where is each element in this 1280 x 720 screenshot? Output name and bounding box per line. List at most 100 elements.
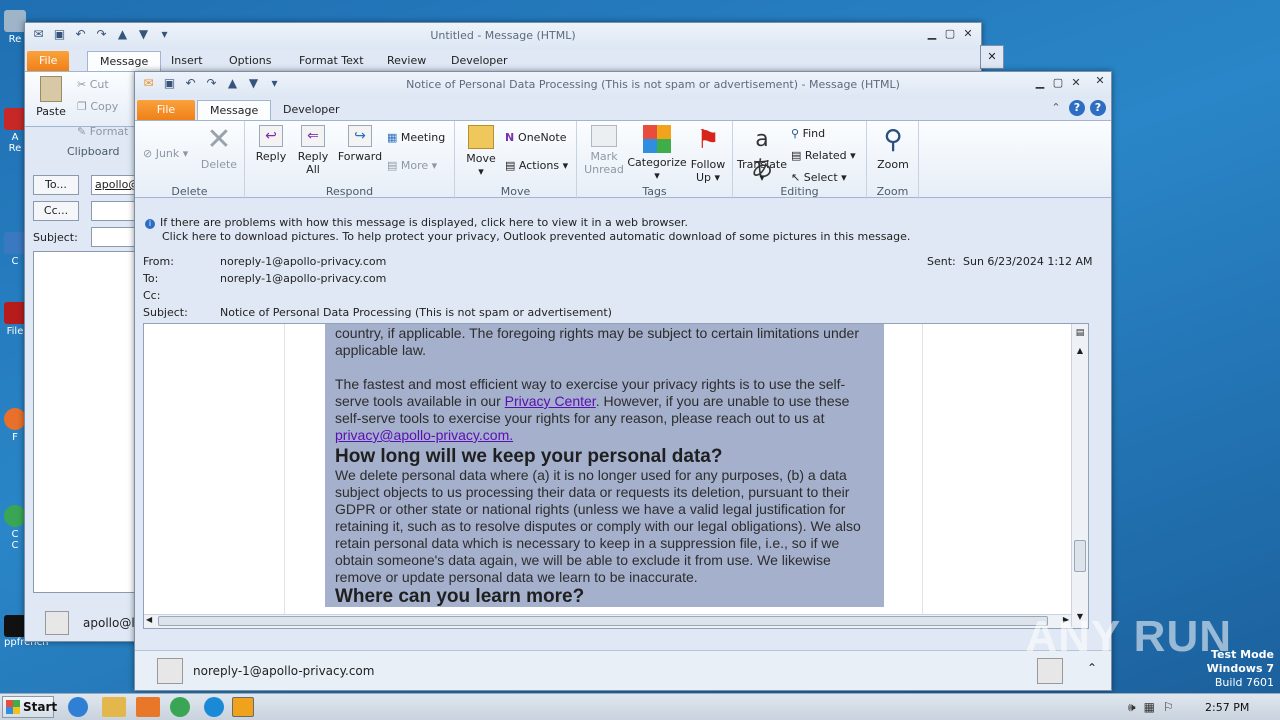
minimize-button[interactable]: ▁: [925, 28, 939, 40]
anyrun-watermark: ANY RUN: [1025, 612, 1232, 661]
tab-options[interactable]: Options: [217, 51, 283, 71]
select-button[interactable]: ↖ Select ▾: [791, 171, 847, 184]
reply-icon: ↩: [259, 125, 283, 147]
cursor-icon: ↖: [791, 171, 804, 184]
delete-icon: ✕: [206, 122, 232, 157]
subject-field[interactable]: [91, 227, 137, 247]
reply-all-button[interactable]: ⇐ Reply All: [295, 125, 331, 176]
background-window-edge: ✕: [980, 45, 1004, 69]
actions-button[interactable]: ▤ Actions ▾: [505, 159, 568, 172]
maximize-button[interactable]: ▢: [1051, 77, 1065, 89]
copy-button[interactable]: ❐ Copy: [77, 100, 118, 113]
translate-button[interactable]: aあ Translate ▾: [737, 125, 787, 184]
find-button[interactable]: ⚲ Find: [791, 127, 825, 140]
subject-value: Notice of Personal Data Processing (This…: [220, 306, 612, 319]
content-column-divider-right: [922, 324, 923, 614]
tab-message[interactable]: Message: [87, 51, 162, 71]
close-button[interactable]: ✕: [1069, 77, 1083, 89]
compose-people-name: apollo@li: [83, 616, 138, 630]
message-title-bar: ✉ ▣ ↶ ↷ ▲ ▼ ▾ Notice of Personal Data Processi…: [135, 72, 1111, 98]
info-line-pictures[interactable]: Click here to download pictures. To help…: [145, 230, 1111, 244]
help-icon[interactable]: ?: [1069, 100, 1085, 116]
clock[interactable]: 2:57 PM: [1205, 701, 1249, 714]
binoculars-icon: ⚲: [791, 127, 803, 140]
close-icon[interactable]: ✕: [981, 46, 1003, 68]
scroll-up-icon[interactable]: ▲: [1074, 346, 1086, 358]
paste-icon: [40, 76, 62, 102]
magnifier-icon: ⚲: [883, 125, 903, 155]
expand-people-pane-icon[interactable]: ⌃: [1087, 661, 1097, 675]
action-center-flag-icon[interactable]: ⚐: [1163, 700, 1174, 715]
message-window: ✉ ▣ ↶ ↷ ▲ ▼ ▾ Notice of Personal Data Processi…: [134, 71, 1112, 691]
explorer-taskbar-icon[interactable]: [102, 697, 126, 717]
onenote-button[interactable]: N OneNote: [505, 131, 566, 144]
compose-tabs: File Message Insert Options Format Text …: [25, 49, 981, 71]
collapse-ribbon-icon[interactable]: ⌃: [1049, 101, 1063, 115]
tab-developer[interactable]: Developer: [271, 100, 352, 120]
privacy-center-link[interactable]: Privacy Center: [505, 393, 596, 409]
ie-taskbar-icon[interactable]: [68, 697, 88, 717]
minimize-button[interactable]: ▁: [1033, 77, 1047, 89]
outer-help-icon[interactable]: ?: [1090, 100, 1106, 116]
forward-button[interactable]: ↪ Forward: [337, 125, 383, 163]
cc-button[interactable]: Cc...: [33, 201, 79, 221]
edge-taskbar-icon[interactable]: [204, 697, 224, 717]
to-button[interactable]: To...: [33, 175, 79, 195]
format-painter-button[interactable]: ✎ Format: [77, 125, 128, 138]
message-body[interactable]: country, if applicable. The foregoing ri…: [143, 323, 1089, 629]
delete-button[interactable]: ✕ Delete: [199, 122, 239, 172]
scroll-left-icon[interactable]: ◀: [146, 615, 152, 624]
categorize-button[interactable]: Categorize ▾: [627, 125, 687, 182]
info-bar[interactable]: i If there are problems with how this mes…: [135, 212, 1111, 251]
paste-button[interactable]: Paste: [33, 76, 69, 118]
message-title: Notice of Personal Data Processing (This…: [406, 78, 900, 91]
horizontal-scroll-thumb[interactable]: [158, 616, 1048, 626]
horizontal-scrollbar[interactable]: ◀ ▶: [144, 614, 1071, 628]
more-button[interactable]: ▤ More ▾: [387, 159, 437, 172]
tab-file[interactable]: File: [137, 100, 195, 120]
network-icon[interactable]: ▦: [1144, 700, 1155, 715]
chrome-taskbar-icon[interactable]: [170, 697, 190, 717]
compose-title-bar: ✉ ▣ ↶ ↷ ▲ ▼ ▾ Untitled - Message (HTML) ▁ ▢ ✕: [25, 23, 981, 49]
subject-label: Subject:: [143, 306, 188, 319]
info-line-browser[interactable]: If there are problems with how this mess…: [160, 216, 688, 229]
group-zoom: ⚲ Zoom Zoom: [867, 121, 919, 199]
zoom-button[interactable]: ⚲ Zoom: [875, 125, 911, 171]
cut-icon: ✂: [77, 78, 90, 91]
cc-field[interactable]: [91, 201, 137, 221]
paragraph-exercise: The fastest and most efficient way to ex…: [335, 376, 850, 443]
outlook-taskbar-icon[interactable]: [232, 697, 254, 717]
tab-developer[interactable]: Developer: [439, 51, 520, 71]
media-player-taskbar-icon[interactable]: [136, 697, 160, 717]
vertical-scrollbar[interactable]: ▤ ▲ ▼: [1071, 324, 1088, 628]
vertical-scroll-thumb[interactable]: [1074, 540, 1086, 572]
follow-up-button[interactable]: ⚑ Follow Up ▾: [689, 125, 727, 184]
tab-message[interactable]: Message: [197, 100, 272, 120]
move-button[interactable]: Move ▾: [463, 125, 499, 178]
outer-close-icon[interactable]: ✕: [1092, 74, 1108, 90]
onenote-icon: N: [505, 131, 519, 144]
compose-body[interactable]: [33, 251, 137, 593]
email-content: country, if applicable. The foregoing ri…: [325, 324, 884, 607]
reply-button[interactable]: ↩ Reply: [253, 125, 289, 163]
junk-button[interactable]: ⊘ Junk ▾: [143, 147, 188, 160]
tab-file[interactable]: File: [27, 51, 70, 71]
start-button[interactable]: Start: [2, 696, 57, 718]
tab-format-text[interactable]: Format Text: [287, 51, 376, 71]
paragraph-retention: We delete personal data where (a) it is …: [335, 467, 861, 585]
privacy-email-link[interactable]: privacy@apollo-privacy.com.: [335, 427, 513, 443]
mark-unread-button[interactable]: Mark Unread: [583, 125, 625, 176]
maximize-button[interactable]: ▢: [943, 28, 957, 40]
cut-button[interactable]: ✂ Cut: [77, 78, 109, 91]
tab-review[interactable]: Review: [375, 51, 438, 71]
volume-icon[interactable]: 🕪: [1128, 700, 1136, 715]
subject-label: Subject:: [33, 231, 78, 244]
group-respond: ↩ Reply ⇐ Reply All ↪ Forward ▦ Meeting ▤ Mo…: [245, 121, 455, 199]
close-button[interactable]: ✕: [961, 28, 975, 40]
clipboard-group-label: Clipboard: [67, 145, 120, 158]
related-button[interactable]: ▤ Related ▾: [791, 149, 856, 162]
page-icon[interactable]: ▤: [1074, 328, 1086, 340]
tab-insert[interactable]: Insert: [159, 51, 215, 71]
meeting-button[interactable]: ▦ Meeting: [387, 131, 445, 144]
to-field[interactable]: apollo@: [91, 175, 139, 195]
